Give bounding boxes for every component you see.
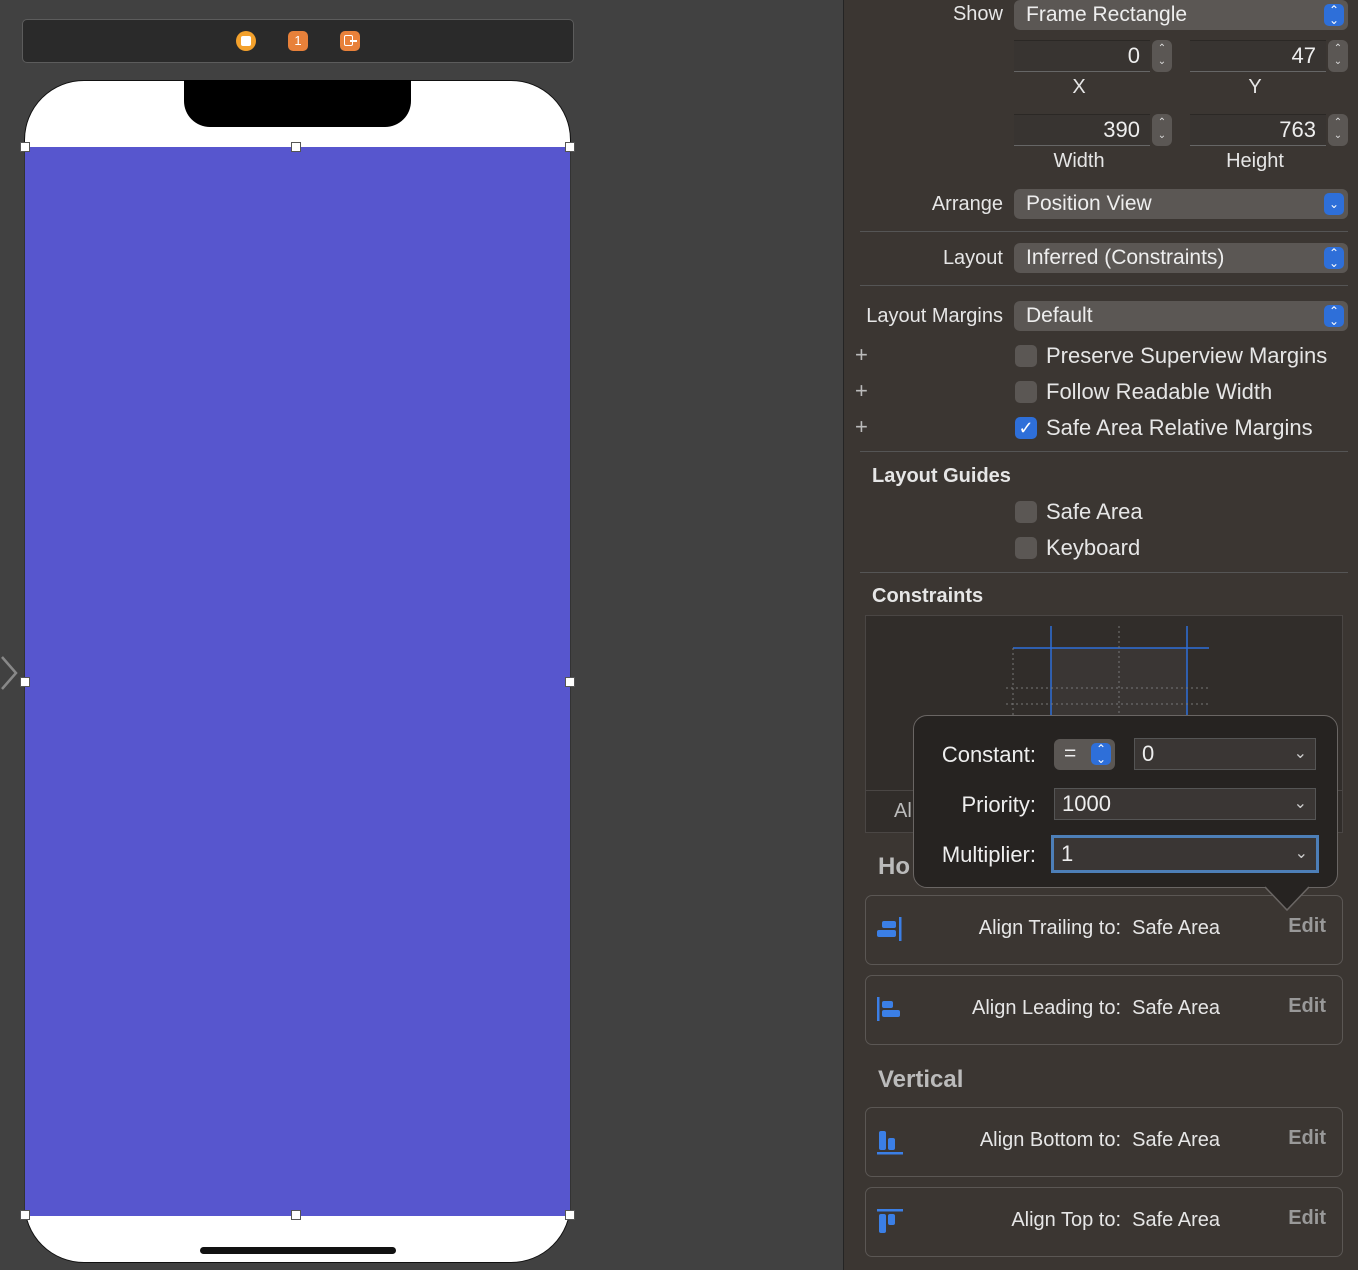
- chevron-down-icon[interactable]: ⌄: [1294, 739, 1307, 769]
- follow-readable-width-checkbox[interactable]: [1015, 381, 1037, 403]
- priority-value: 1000: [1062, 791, 1111, 816]
- align-bottom-icon: [877, 1131, 903, 1155]
- plus-icon[interactable]: +: [855, 414, 868, 440]
- edit-button[interactable]: Edit: [1288, 915, 1326, 938]
- resize-handle-top-left[interactable]: [20, 142, 30, 152]
- height-stepper[interactable]: ⌃ ⌄: [1328, 114, 1348, 146]
- arrange-label: Arrange: [931, 193, 1003, 215]
- resize-handle-bottom-left[interactable]: [20, 1210, 30, 1220]
- show-value: Frame Rectangle: [1026, 3, 1188, 26]
- edit-button[interactable]: Edit: [1288, 995, 1326, 1018]
- layout-popup[interactable]: Inferred (Constraints) ⌃ ⌄: [1014, 243, 1348, 273]
- height-field[interactable]: 763: [1190, 114, 1326, 146]
- constant-value: 0: [1142, 741, 1155, 766]
- priority-label: Priority:: [961, 792, 1036, 817]
- constant-label: Constant:: [941, 742, 1036, 767]
- multiplier-value: 1: [1061, 841, 1074, 866]
- resize-handle-right[interactable]: [565, 677, 575, 687]
- divider: [860, 572, 1348, 573]
- chevron-down-icon[interactable]: ⌄: [1294, 789, 1307, 819]
- safe-area-relative-margins-label: Safe Area Relative Margins: [1046, 415, 1313, 440]
- selected-view[interactable]: [24, 147, 571, 1216]
- home-indicator: [200, 1247, 396, 1254]
- width-label: Width: [1053, 150, 1105, 172]
- constraint-label: Align Bottom to: Safe Area: [979, 1129, 1220, 1151]
- layout-guides-title: Layout Guides: [872, 465, 1011, 487]
- popup-arrows-icon: ⌃ ⌄: [1091, 743, 1111, 765]
- arrange-popup[interactable]: Position View ⌄: [1014, 189, 1348, 219]
- preserve-superview-margins-checkbox[interactable]: [1015, 345, 1037, 367]
- popup-arrows-icon: ⌃ ⌄: [1324, 247, 1344, 269]
- keyboard-label: Keyboard: [1046, 535, 1141, 560]
- layout-margins-value: Default: [1026, 304, 1093, 327]
- height-label: Height: [1226, 150, 1284, 172]
- divider: [860, 451, 1348, 452]
- constraint-align-leading[interactable]: Align Leading to: Safe Area Edit: [865, 975, 1343, 1045]
- relation-value: =: [1064, 742, 1077, 765]
- constraint-align-bottom[interactable]: Align Bottom to: Safe Area Edit: [865, 1107, 1343, 1177]
- safe-area-relative-margins-checkbox[interactable]: ✓: [1015, 417, 1037, 439]
- y-field[interactable]: 47: [1190, 40, 1326, 72]
- y-label: Y: [1248, 76, 1262, 98]
- safe-area-checkbox[interactable]: [1015, 501, 1037, 523]
- constraint-align-top[interactable]: Align Top to: Safe Area Edit: [865, 1187, 1343, 1257]
- constraint-label: Align Top to: Safe Area: [1011, 1209, 1220, 1231]
- x-label: X: [1072, 76, 1086, 98]
- preserve-superview-margins-label: Preserve Superview Margins: [1046, 343, 1328, 368]
- multiplier-field[interactable]: 1 ⌄: [1051, 835, 1319, 873]
- keyboard-checkbox[interactable]: [1015, 537, 1037, 559]
- safe-area-label: Safe Area: [1046, 499, 1143, 524]
- plus-icon[interactable]: +: [855, 342, 868, 368]
- resize-handle-top[interactable]: [291, 142, 301, 152]
- resize-handle-bottom-right[interactable]: [565, 1210, 575, 1220]
- resize-handle-bottom[interactable]: [291, 1210, 301, 1220]
- relation-popup[interactable]: = ⌃ ⌄: [1054, 739, 1115, 770]
- resize-handle-left[interactable]: [20, 677, 30, 687]
- layout-margins-popup[interactable]: Default ⌃ ⌄: [1014, 301, 1348, 331]
- show-popup[interactable]: Frame Rectangle ⌃ ⌄: [1014, 0, 1348, 30]
- align-filter-label: Al: [894, 800, 912, 822]
- popover-pointer: [1265, 886, 1309, 912]
- priority-field[interactable]: 1000 ⌄: [1054, 788, 1316, 820]
- layout-label: Layout: [942, 247, 1003, 269]
- follow-readable-width-label: Follow Readable Width: [1046, 379, 1273, 404]
- align-leading-icon: [877, 997, 900, 1021]
- storyboard-canvas[interactable]: 1: [0, 0, 843, 1270]
- layout-value: Inferred (Constraints): [1026, 246, 1225, 269]
- first-responder-icon[interactable]: 1: [288, 31, 308, 51]
- x-stepper[interactable]: ⌃ ⌄: [1152, 40, 1172, 72]
- view-controller-icon[interactable]: [236, 31, 256, 51]
- width-stepper[interactable]: ⌃ ⌄: [1152, 114, 1172, 146]
- scene-dock: 1: [22, 19, 574, 63]
- chevron-down-icon: ⌄: [1324, 193, 1344, 215]
- constant-field[interactable]: 0 ⌄: [1134, 738, 1316, 770]
- multiplier-label: Multiplier:: [941, 842, 1036, 867]
- constraints-title: Constraints: [872, 585, 984, 607]
- horizontal-title: Ho: [878, 853, 910, 880]
- width-field[interactable]: 390: [1014, 114, 1150, 146]
- arrange-value: Position View: [1026, 192, 1152, 215]
- plus-icon[interactable]: +: [855, 378, 868, 404]
- constraint-label: Align Trailing to: Safe Area: [978, 917, 1220, 939]
- layout-margins-label: Layout Margins: [866, 305, 1003, 327]
- constraint-label: Align Leading to: Safe Area: [972, 997, 1220, 1019]
- entry-point-arrow-icon: [1, 656, 18, 690]
- align-trailing-icon: [877, 917, 902, 941]
- resize-handle-top-right[interactable]: [565, 142, 575, 152]
- vertical-title: Vertical: [878, 1066, 964, 1093]
- constraint-edit-popover: Constant: = ⌃ ⌄ 0 ⌄ Priority: 1000 ⌄ Mult…: [913, 715, 1338, 888]
- popup-arrows-icon: ⌃ ⌄: [1324, 4, 1344, 26]
- device-notch: [184, 80, 411, 127]
- chevron-down-icon[interactable]: ⌄: [1295, 838, 1308, 870]
- divider: [860, 285, 1348, 286]
- divider: [860, 231, 1348, 232]
- edit-button[interactable]: Edit: [1288, 1207, 1326, 1230]
- edit-button[interactable]: Edit: [1288, 1127, 1326, 1150]
- exit-icon[interactable]: [340, 31, 360, 51]
- y-stepper[interactable]: ⌃ ⌄: [1328, 40, 1348, 72]
- popup-arrows-icon: ⌃ ⌄: [1324, 305, 1344, 327]
- align-top-icon: [877, 1209, 903, 1233]
- show-label: Show: [952, 3, 1003, 25]
- x-field[interactable]: 0: [1014, 40, 1150, 72]
